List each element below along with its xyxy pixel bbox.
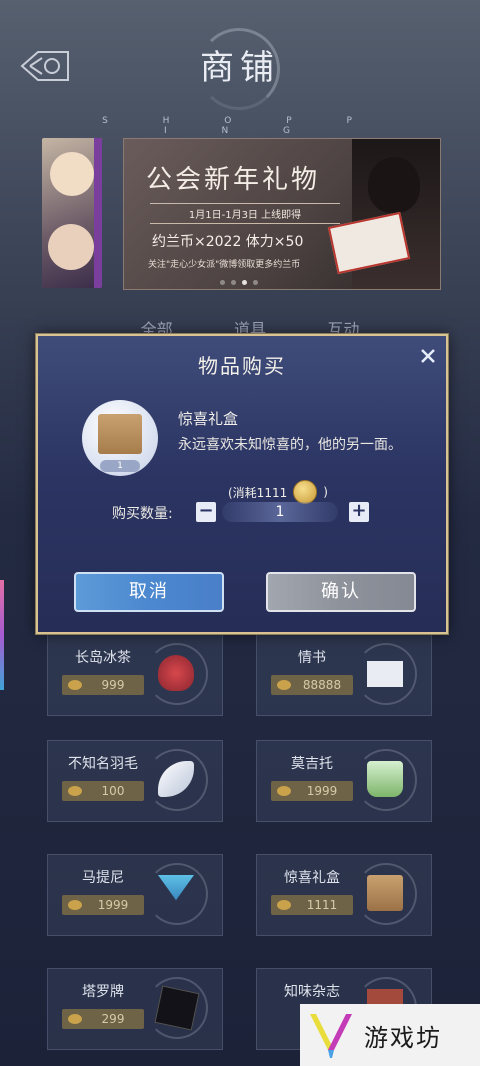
page-title: 商铺	[200, 48, 280, 88]
cost-text: (消耗1111	[228, 485, 288, 500]
pagination-dot[interactable]	[253, 280, 258, 285]
coin-icon	[68, 1014, 82, 1024]
banner-reward: 约兰币×2022 体力×50	[152, 234, 304, 250]
shop-item-card[interactable]: 惊喜礼盒 1111	[256, 854, 432, 936]
purchase-dialog: 物品购买 1 惊喜礼盒 永远喜欢未知惊喜的，他的另一面。 (消耗1111 ) 购…	[36, 334, 448, 634]
item-name: 知味杂志	[284, 984, 340, 1000]
coin-icon	[277, 900, 291, 910]
item-name: 惊喜礼盒	[178, 410, 239, 428]
gift-box-icon	[98, 414, 142, 454]
title-area: 商铺 S H O P P I N G	[102, 28, 352, 136]
price-value: 1999	[306, 784, 338, 798]
banner-pagination	[220, 280, 258, 285]
shop-item-card[interactable]: 不知名羽毛 100	[47, 740, 223, 822]
cocktail-icon	[146, 643, 208, 705]
back-arrow-icon	[20, 51, 69, 81]
gift-box-art	[327, 211, 411, 275]
item-name: 莫吉托	[291, 756, 333, 772]
shop-item-card[interactable]: 情书 88888	[256, 634, 432, 716]
shop-item-card[interactable]: 长岛冰茶 999	[47, 634, 223, 716]
item-count: 1	[100, 460, 140, 472]
coin-icon	[68, 786, 82, 796]
close-icon	[421, 349, 435, 363]
feather-icon	[146, 749, 208, 811]
item-thumbnail: 1	[82, 400, 158, 476]
price-value: 88888	[302, 678, 342, 692]
cost-line: (消耗1111 )	[228, 480, 328, 504]
banner-note: 关注"走心少女派"微博领取更多约兰币	[148, 260, 301, 270]
gift-box-icon	[355, 863, 417, 925]
item-name: 情书	[298, 650, 326, 666]
item-price: 1999	[271, 781, 353, 801]
pagination-dot[interactable]	[231, 280, 236, 285]
item-price: 1111	[271, 895, 353, 915]
quantity-input[interactable]: 1	[222, 502, 338, 522]
header: 商铺 S H O P P I N G	[0, 0, 480, 136]
banner-character-art	[327, 139, 440, 289]
price-value: 1999	[97, 898, 129, 912]
price-value: 100	[101, 784, 125, 798]
close-button[interactable]	[418, 346, 438, 366]
pagination-dot-active[interactable]	[242, 280, 247, 285]
side-decoration	[0, 580, 4, 690]
envelope-icon	[355, 643, 417, 705]
item-price: 299	[62, 1009, 144, 1029]
watermark: 游戏坊	[300, 1004, 480, 1066]
character-art	[48, 224, 94, 270]
banner-prev[interactable]	[42, 138, 102, 288]
banner-date: 1月1日-1月3日 上线即得	[150, 203, 340, 224]
event-banner[interactable]: 公会新年礼物 1月1日-1月3日 上线即得 约兰币×2022 体力×50 关注"…	[123, 138, 441, 290]
pagination-dot[interactable]	[220, 280, 225, 285]
cancel-button[interactable]: 取消	[74, 572, 224, 612]
watermark-text: 游戏坊	[364, 1023, 442, 1052]
price-value: 1111	[306, 898, 338, 912]
character-head	[368, 157, 420, 213]
item-description: 永远喜欢未知惊喜的，他的另一面。	[178, 437, 402, 453]
watermark-logo-icon	[310, 1014, 352, 1058]
back-button[interactable]	[14, 44, 76, 88]
confirm-button[interactable]: 确认	[266, 572, 416, 612]
dialog-title: 物品购买	[198, 354, 286, 378]
banner-title: 公会新年礼物	[146, 165, 321, 195]
quantity-label: 购买数量:	[112, 506, 173, 522]
item-name: 不知名羽毛	[68, 756, 138, 772]
increase-quantity-button[interactable]: +	[349, 502, 369, 522]
character-art	[50, 152, 94, 196]
banner-stripe	[94, 138, 102, 288]
shop-item-card[interactable]: 塔罗牌 299	[47, 968, 223, 1050]
shop-item-card[interactable]: 莫吉托 1999	[256, 740, 432, 822]
item-price: 100	[62, 781, 144, 801]
coin-icon	[277, 786, 291, 796]
item-name: 长岛冰茶	[75, 650, 131, 666]
tarot-card-icon	[146, 977, 208, 1039]
martini-icon	[146, 863, 208, 925]
mojito-icon	[355, 749, 417, 811]
coin-icon	[277, 680, 291, 690]
coin-icon	[68, 900, 82, 910]
decrease-quantity-button[interactable]: −	[196, 502, 216, 522]
item-name: 惊喜礼盒	[284, 870, 340, 886]
coin-icon	[68, 680, 82, 690]
item-price: 88888	[271, 675, 353, 695]
item-name: 马提尼	[82, 870, 124, 886]
page-subtitle: S H O P P I N G	[102, 116, 378, 136]
item-name: 塔罗牌	[82, 984, 124, 1000]
cost-close: )	[323, 485, 328, 499]
shop-item-card[interactable]: 马提尼 1999	[47, 854, 223, 936]
price-value: 999	[101, 678, 125, 692]
price-value: 299	[101, 1012, 125, 1026]
item-price: 1999	[62, 895, 144, 915]
coin-icon	[293, 480, 318, 504]
item-price: 999	[62, 675, 144, 695]
